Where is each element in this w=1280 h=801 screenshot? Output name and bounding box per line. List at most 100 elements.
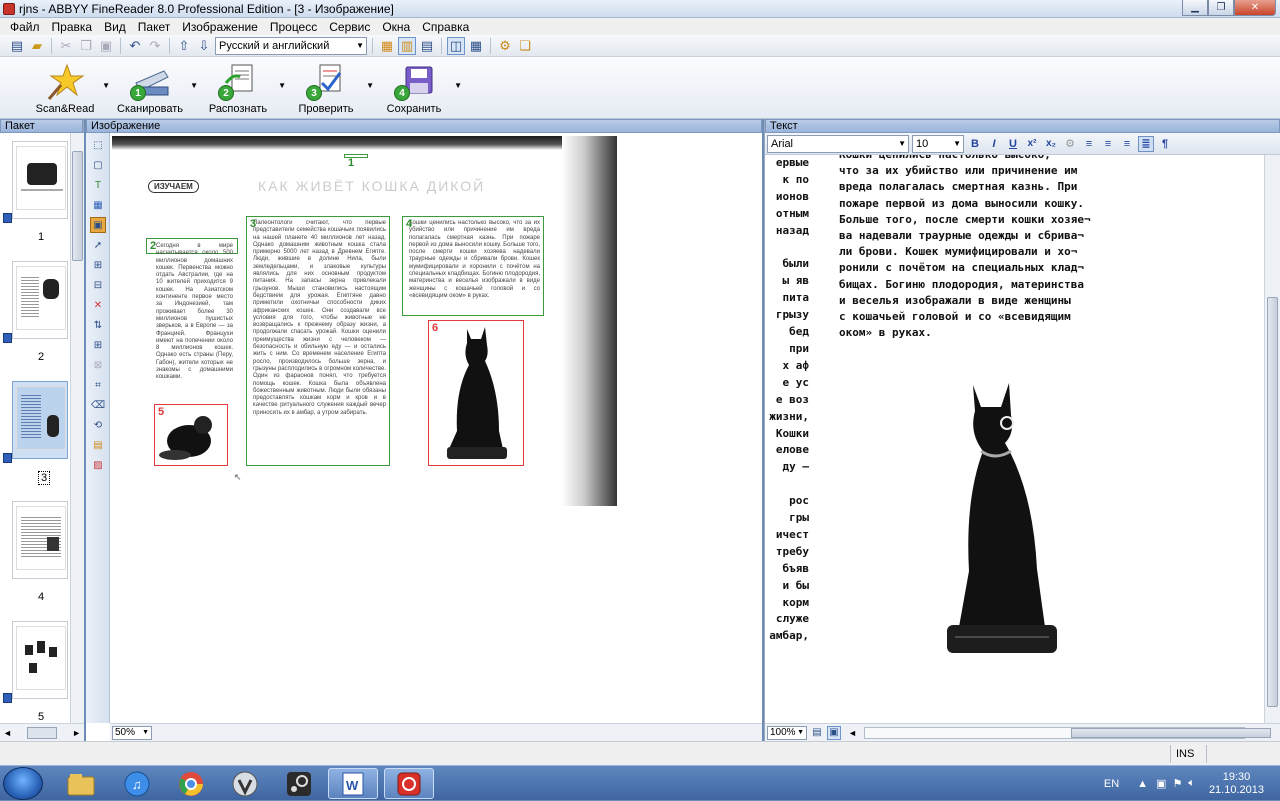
image-zoom-select[interactable]: 50% ▼ [112, 725, 152, 740]
image-view-icon[interactable]: ▦ [378, 37, 396, 55]
recognize-button[interactable]: 2 Распознать ▼ [200, 57, 286, 115]
new-batch-icon[interactable]: ▤ [8, 37, 26, 55]
underline-button[interactable]: U [1005, 136, 1021, 152]
minimize-button[interactable]: ▁ [1182, 0, 1208, 16]
language-select[interactable]: Русский и английский ▼ [215, 36, 367, 55]
clock[interactable]: 19:30 21.10.2013 [1209, 771, 1264, 797]
menu-tools[interactable]: Сервис [323, 20, 376, 34]
menu-windows[interactable]: Окна [376, 20, 416, 34]
scan-dropdown[interactable]: ▼ [190, 81, 198, 90]
table-layout-icon[interactable]: ▦ [467, 37, 485, 55]
menu-help[interactable]: Справка [416, 20, 475, 34]
rotate-icon[interactable]: ⟲ [90, 417, 106, 433]
undo-icon[interactable]: ↶ [126, 37, 144, 55]
help-book-icon[interactable]: ❏ [516, 37, 534, 55]
text-block-4[interactable]: 4 Кошки ценились настолько высоко, что з… [402, 216, 544, 316]
eraser-icon[interactable]: ⌫ [90, 397, 106, 413]
menu-edit[interactable]: Правка [46, 20, 99, 34]
text-properties-icon[interactable]: ⚙ [1062, 136, 1078, 152]
flag-icon[interactable]: ⚑ [1172, 777, 1182, 790]
page-thumbnail[interactable] [12, 261, 68, 339]
check-dropdown[interactable]: ▼ [366, 81, 374, 90]
cut-area-icon[interactable]: ⊟ [90, 277, 106, 293]
start-button[interactable] [3, 767, 43, 800]
scan-button[interactable]: 1 Сканировать ▼ [112, 57, 198, 115]
bold-button[interactable]: B [967, 136, 983, 152]
volume-icon[interactable]: 🔈︎ [1188, 777, 1195, 790]
editing-view-icon[interactable]: ▣ [827, 725, 841, 740]
recognized-text-document[interactable]: ервые к по ионов отным назад были ы яв пита гры… [765, 155, 1265, 723]
text-zoom-select[interactable]: 100% ▼ [767, 725, 807, 740]
menu-file[interactable]: Файл [4, 20, 46, 34]
recognize-dropdown[interactable]: ▼ [278, 81, 286, 90]
next-page-icon[interactable]: ⇩ [195, 37, 213, 55]
check-button[interactable]: 3 Проверить ▼ [288, 57, 374, 115]
picture-block-5[interactable]: 5 [154, 404, 228, 466]
ventrilo-taskbar-icon[interactable] [220, 768, 270, 799]
language-indicator[interactable]: EN [1104, 778, 1119, 790]
align-center-button[interactable]: ≡ [1100, 136, 1116, 152]
finereader-taskbar-icon[interactable] [384, 768, 434, 799]
select-area-icon[interactable]: ▢ [90, 157, 106, 173]
menu-view[interactable]: Вид [98, 20, 132, 34]
delete-area-icon[interactable]: ✕ [90, 297, 106, 313]
redo-icon[interactable]: ↷ [146, 37, 164, 55]
font-select[interactable]: Arial ▼ [767, 134, 909, 153]
batch-horizontal-scrollbar[interactable]: ◄ ► [0, 723, 84, 741]
font-size-select[interactable]: 10 ▼ [912, 134, 964, 153]
restore-button[interactable]: ❐ [1208, 0, 1234, 16]
photo-icon[interactable]: ▨ [90, 457, 106, 473]
page-layout-icon[interactable]: ▤ [810, 726, 824, 740]
text-area-icon[interactable]: T [90, 177, 106, 193]
add-area-icon[interactable]: ⊞ [90, 257, 106, 273]
menu-process[interactable]: Процесс [264, 20, 323, 34]
text-horizontal-scrollbar[interactable] [863, 726, 1271, 739]
picture-block-6[interactable]: 6 [428, 320, 524, 466]
text-block-3[interactable]: 3 Палеонтологи считают, что первые предс… [246, 216, 390, 466]
cut-icon[interactable]: ✂ [57, 37, 75, 55]
copy-icon[interactable]: ❐ [77, 37, 95, 55]
order-areas-icon[interactable]: ⇅ [90, 317, 106, 333]
save-dropdown[interactable]: ▼ [454, 81, 462, 90]
scroll-left-arrow[interactable]: ◄ [848, 728, 857, 738]
previous-page-icon[interactable]: ⇧ [175, 37, 193, 55]
italic-button[interactable]: I [986, 136, 1002, 152]
itunes-taskbar-icon[interactable]: ♫ [112, 768, 162, 799]
table-area-icon[interactable]: ▦ [90, 197, 106, 213]
crop-icon[interactable]: ⌗ [90, 377, 106, 393]
image-canvas[interactable]: 1 ИЗУЧАЕМ КАК ЖИВЁТ КОШКА ДИКОЙ 2 Сегодн… [110, 133, 762, 723]
page-thumbnail[interactable] [12, 141, 68, 219]
align-right-button[interactable]: ≡ [1119, 136, 1135, 152]
explorer-taskbar-icon[interactable] [56, 768, 106, 799]
image-properties-icon[interactable]: ▤ [90, 437, 106, 453]
subscript-button[interactable]: x₂ [1043, 136, 1059, 152]
close-button[interactable]: ✕ [1234, 0, 1276, 16]
scan-read-button[interactable]: Scan&Read ▼ [30, 57, 110, 115]
picture-area-icon[interactable]: ▣ [90, 217, 106, 233]
menu-batch[interactable]: Пакет [132, 20, 176, 34]
table-separator-icon[interactable]: ⊞ [90, 337, 106, 353]
page-thumbnail-selected[interactable] [12, 381, 68, 459]
menu-image[interactable]: Изображение [176, 20, 264, 34]
two-panes-icon[interactable]: ◫ [447, 36, 465, 55]
page-thumbnail[interactable] [12, 501, 68, 579]
batch-vertical-scrollbar[interactable] [70, 133, 84, 723]
chrome-taskbar-icon[interactable] [166, 768, 216, 799]
show-formatting-button[interactable]: ¶ [1157, 136, 1173, 152]
text-block-1[interactable]: 1 [344, 154, 368, 169]
split-view-icon[interactable]: ▥ [398, 36, 416, 55]
tray-expand-icon[interactable]: ▲ [1137, 778, 1148, 790]
page-thumbnail[interactable] [12, 621, 68, 699]
pointer-icon[interactable]: ➚ [90, 237, 106, 253]
text-vertical-scrollbar[interactable] [1264, 155, 1280, 723]
scan-read-dropdown[interactable]: ▼ [102, 81, 110, 90]
justify-button[interactable]: ≣ [1138, 135, 1154, 152]
superscript-button[interactable]: x² [1024, 136, 1040, 152]
options-gear-icon[interactable]: ⚙ [496, 37, 514, 55]
text-view-icon[interactable]: ▤ [418, 37, 436, 55]
open-folder-icon[interactable]: ▰ [28, 37, 46, 55]
word-taskbar-icon[interactable]: W [328, 768, 378, 799]
recognition-area-icon[interactable]: ⬚ [90, 137, 106, 153]
steam-taskbar-icon[interactable] [274, 768, 324, 799]
cell-merge-icon[interactable]: ⊠ [90, 357, 106, 373]
